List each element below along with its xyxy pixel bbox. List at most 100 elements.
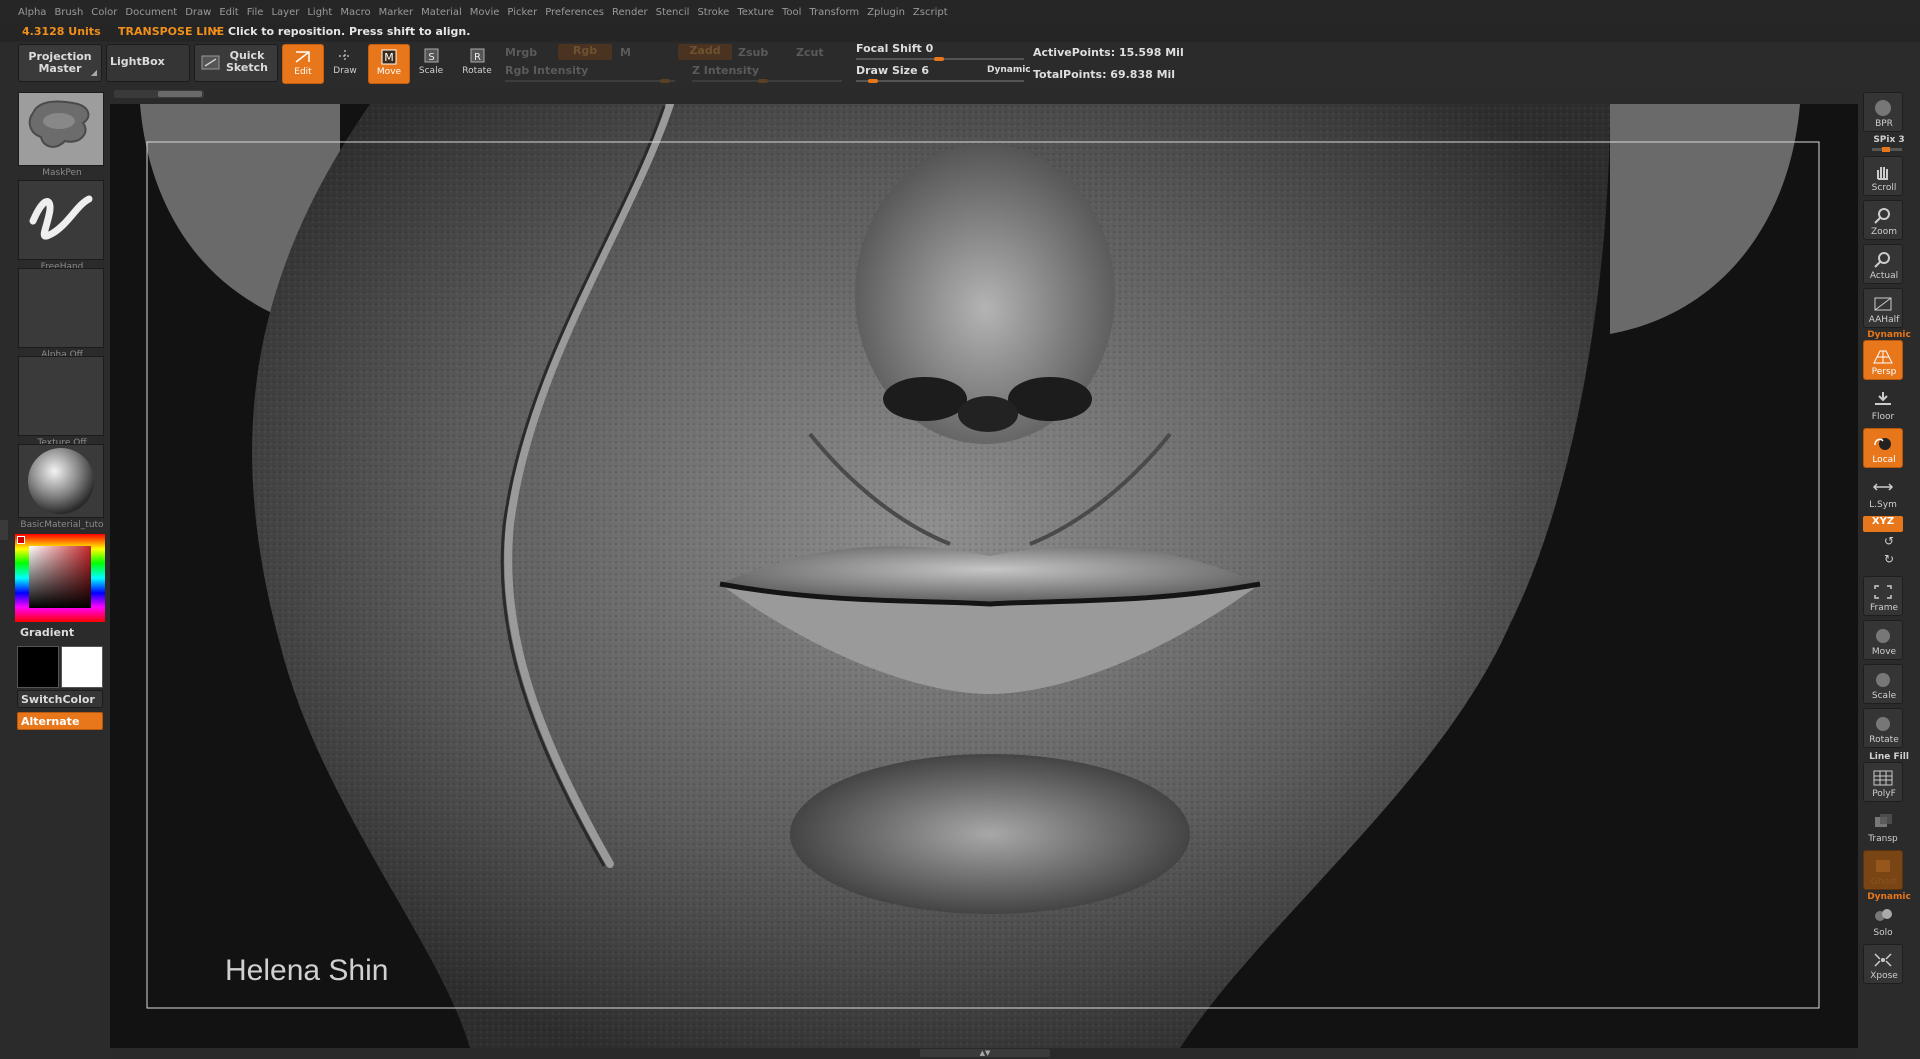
rotate-mode-button[interactable]: R Rotate <box>456 44 498 84</box>
menu-color[interactable]: Color <box>87 2 121 24</box>
lightbox-label: LightBox <box>110 55 165 68</box>
move-view-button[interactable]: Move <box>1863 620 1903 660</box>
zadd-button[interactable]: Zadd <box>678 44 732 60</box>
edit-mode-button[interactable]: Edit <box>282 44 324 84</box>
freehand-stroke-icon <box>29 195 93 240</box>
gradient-label[interactable]: Gradient <box>20 626 74 639</box>
menu-edit[interactable]: Edit <box>215 2 242 24</box>
menu-render[interactable]: Render <box>608 2 652 24</box>
draw-size-track <box>856 80 1024 82</box>
menu-macro[interactable]: Macro <box>336 2 374 24</box>
menu-preferences[interactable]: Preferences <box>541 2 608 24</box>
bpr-button[interactable]: BPR <box>1863 92 1903 132</box>
polyframe-grid-icon <box>1873 770 1893 786</box>
menu-draw[interactable]: Draw <box>181 2 215 24</box>
left-tray-handle[interactable] <box>0 520 8 540</box>
menu-marker[interactable]: Marker <box>375 2 418 24</box>
local-symmetry-button[interactable]: L.Sym <box>1863 472 1903 512</box>
rotate-ccw-icon[interactable]: ↺ <box>1858 534 1920 548</box>
transparency-button[interactable]: Transp <box>1863 806 1903 846</box>
rotate-cw-icon[interactable]: ↻ <box>1858 552 1920 566</box>
local-button[interactable]: Local <box>1863 428 1903 468</box>
menu-alpha[interactable]: Alpha <box>0 2 50 24</box>
menu-stroke[interactable]: Stroke <box>693 2 733 24</box>
menu-stencil[interactable]: Stencil <box>652 2 694 24</box>
menu-brush[interactable]: Brush <box>50 2 87 24</box>
color-picker-marker[interactable] <box>17 536 25 544</box>
total-points-readout: TotalPoints: 69.838 Mil <box>1033 68 1176 81</box>
spix-knob[interactable] <box>1882 147 1890 152</box>
hand-icon <box>1877 167 1888 180</box>
xpose-icon <box>1874 953 1892 967</box>
draw-size-knob[interactable] <box>868 79 878 83</box>
draw-size-slider[interactable]: Draw Size 6 <box>856 64 929 77</box>
move-icon: M <box>381 49 397 65</box>
perspective-button[interactable]: Persp <box>1863 340 1903 380</box>
menu-document[interactable]: Document <box>121 2 181 24</box>
menu-movie[interactable]: Movie <box>466 2 504 24</box>
menu-file[interactable]: File <box>243 2 268 24</box>
scale-view-label: Scale <box>1871 691 1897 701</box>
menu-zplugin[interactable]: Zplugin <box>863 2 909 24</box>
aahalf-button[interactable]: AAHalf <box>1863 288 1903 328</box>
secondary-color-swatch[interactable] <box>61 646 103 688</box>
scroll-button[interactable]: Scroll <box>1863 156 1903 196</box>
menu-tool[interactable]: Tool <box>778 2 805 24</box>
mrgb-button[interactable]: Mrgb <box>505 46 537 59</box>
lightbox-button[interactable]: LightBox <box>106 44 190 82</box>
switch-color-button[interactable]: SwitchColor <box>17 690 103 708</box>
z-intensity-slider[interactable]: Z Intensity <box>692 64 759 77</box>
rgb-intensity-knob[interactable] <box>660 79 670 83</box>
zcut-button[interactable]: Zcut <box>796 46 824 59</box>
zsub-button[interactable]: Zsub <box>738 46 768 59</box>
menu-zscript[interactable]: Zscript <box>909 2 952 24</box>
material-thumbnail[interactable]: BasicMaterial_tuto <box>18 444 104 530</box>
floor-label: Floor <box>1871 412 1895 422</box>
zoom-button[interactable]: Zoom <box>1863 200 1903 240</box>
move-mode-button[interactable]: M Move <box>368 44 410 84</box>
scroll-indicator-thumb[interactable] <box>158 91 202 97</box>
draw-mode-button[interactable]: Draw <box>324 44 366 84</box>
floor-button[interactable]: Floor <box>1863 384 1903 424</box>
menu-transform[interactable]: Transform <box>805 2 863 24</box>
dynamic-toggle[interactable]: Dynamic <box>987 65 1031 75</box>
focal-shift-knob[interactable] <box>934 57 944 61</box>
focal-shift-slider[interactable]: Focal Shift 0 <box>856 42 933 55</box>
frame-button[interactable]: Frame <box>1863 576 1903 616</box>
document-canvas[interactable]: Helena Shin <box>110 104 1860 1048</box>
rgb-button[interactable]: Rgb <box>558 44 612 60</box>
primary-color-swatch[interactable] <box>17 646 59 688</box>
menu-picker[interactable]: Picker <box>503 2 541 24</box>
menu-layer[interactable]: Layer <box>267 2 303 24</box>
xyz-button[interactable]: XYZ <box>1863 516 1903 532</box>
transparency-label: Transp <box>1868 834 1898 844</box>
menu-light[interactable]: Light <box>303 2 336 24</box>
rgb-intensity-slider[interactable]: Rgb Intensity <box>505 64 588 77</box>
xpose-button[interactable]: Xpose <box>1863 944 1903 984</box>
scale-view-button[interactable]: Scale <box>1863 664 1903 704</box>
bottom-tray-handle[interactable]: ▲▼ <box>920 1049 1050 1057</box>
saturation-value-square[interactable] <box>29 546 91 608</box>
brush-thumbnail[interactable]: MaskPen <box>18 92 104 178</box>
z-intensity-knob[interactable] <box>758 79 768 83</box>
polyframe-button[interactable]: PolyF <box>1863 762 1903 802</box>
spix-slider[interactable]: SPix 3 <box>1858 135 1920 145</box>
menu-texture[interactable]: Texture <box>733 2 778 24</box>
quick-sketch-button[interactable]: Quick Sketch <box>194 44 278 82</box>
stroke-thumbnail[interactable]: FreeHand <box>18 180 104 272</box>
alternate-button[interactable]: Alternate <box>17 712 103 730</box>
ghost-button[interactable]: Ghost <box>1863 850 1903 890</box>
scroll-indicator-bar[interactable] <box>114 90 204 98</box>
alpha-thumbnail[interactable]: Alpha Off <box>18 268 104 360</box>
corner-triangle-icon: ◢ <box>90 68 97 77</box>
scale-mode-button[interactable]: S Scale <box>410 44 452 84</box>
solo-button[interactable]: Solo <box>1863 900 1903 940</box>
menu-material[interactable]: Material <box>417 2 466 24</box>
edit-label: Edit <box>294 67 312 77</box>
m-button[interactable]: M <box>620 46 631 59</box>
projection-master-button[interactable]: Projection Master ◢ <box>18 44 102 82</box>
color-picker[interactable] <box>15 534 105 622</box>
actual-button[interactable]: Actual <box>1863 244 1903 284</box>
texture-thumbnail[interactable]: Texture Off <box>18 356 104 448</box>
rotate-view-button[interactable]: Rotate <box>1863 708 1903 748</box>
